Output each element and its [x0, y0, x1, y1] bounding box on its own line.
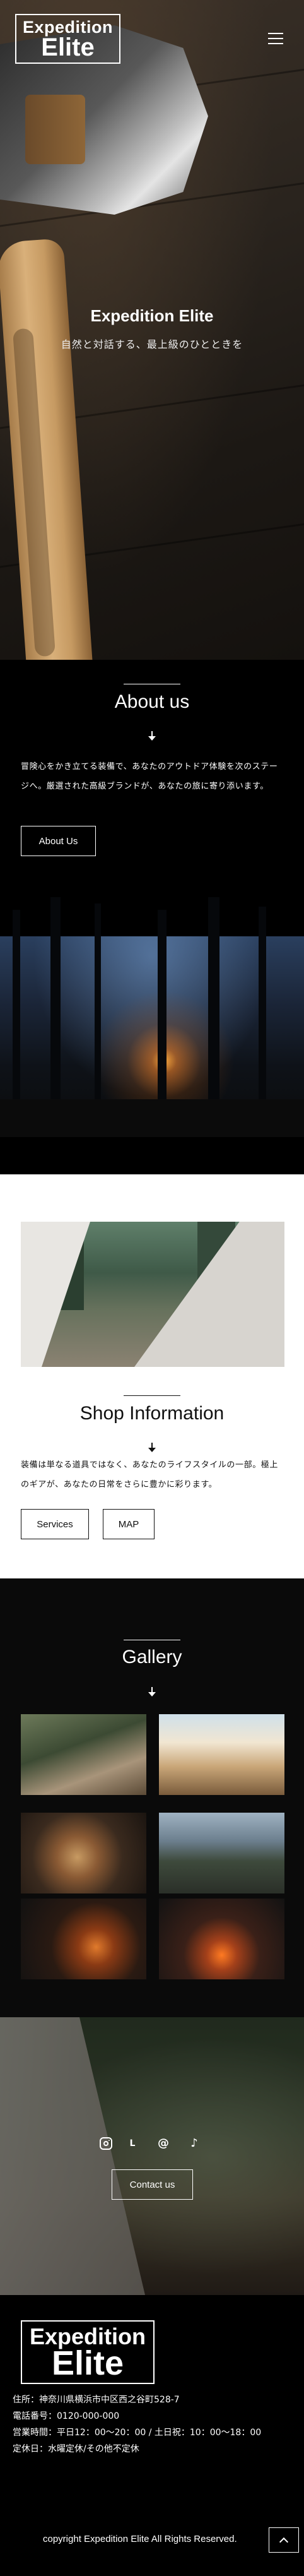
axe-eye-image: [25, 95, 85, 164]
about-us-button[interactable]: About Us: [21, 826, 96, 856]
image-overlay: [0, 2017, 304, 2295]
logo-line2: Elite: [41, 33, 95, 61]
gallery-section: Gallery: [0, 1578, 304, 2017]
site-footer: Expedition Elite 住所：神奈川県横浜市中区西之谷町528-7 電…: [0, 2295, 304, 2576]
copyright: copyright Expedition Elite All Rights Re…: [43, 2534, 237, 2544]
shop-text: 装備は単なる道具ではなく、あなたのライフスタイルの一部。極上のギアが、あなたの日…: [21, 1460, 279, 1489]
gallery-image[interactable]: [159, 1813, 284, 1893]
footer-logo-line2: Elite: [51, 2344, 124, 2382]
footer-phone: 電話番号：0120-000-000: [13, 2411, 120, 2421]
instagram-icon[interactable]: [100, 2137, 112, 2150]
gallery-image[interactable]: [21, 1899, 146, 1979]
arrow-down-icon: [148, 1687, 156, 1697]
hero-section: Expedition Elite Expedition Elite 自然と対話す…: [0, 0, 304, 660]
page: Expedition Elite Expedition Elite 自然と対話す…: [0, 0, 304, 2576]
map-button[interactable]: MAP: [103, 1509, 155, 1539]
chevron-up-icon[interactable]: [269, 2527, 299, 2553]
section-divider: [124, 1395, 180, 1396]
arrow-down-icon: [148, 1443, 156, 1453]
footer-hours: 営業時間：平日12：00〜20：00 / 土日祝：10：00〜18：00: [13, 2428, 262, 2438]
site-logo[interactable]: Expedition Elite: [15, 14, 121, 64]
services-button[interactable]: Services: [21, 1509, 89, 1539]
about-text: 冒険心をかき立てる装備で、あなたのアウトドア体験を次のステージへ。厳選された高級…: [21, 762, 278, 791]
threads-icon[interactable]: @: [157, 2137, 170, 2150]
gallery-image[interactable]: [21, 1813, 146, 1893]
tiktok-icon[interactable]: ♪: [188, 2137, 201, 2150]
gallery-title: Gallery: [122, 1647, 182, 1667]
hero-subtitle: 自然と対話する、最上級のひとときを: [61, 338, 243, 350]
site-header: Expedition Elite: [0, 0, 304, 82]
hero-title: Expedition Elite: [90, 306, 214, 325]
contact-us-button[interactable]: Contact us: [112, 2169, 193, 2200]
tent-view-image: [21, 1222, 284, 1367]
gallery-image[interactable]: [159, 1714, 284, 1795]
contact-section: L @ ♪ Contact us: [0, 2017, 304, 2295]
footer-closed-days: 定休日：水曜定休/その他不定休: [13, 2444, 139, 2454]
footer-address: 住所：神奈川県横浜市中区西之谷町528-7: [13, 2395, 180, 2405]
campfire-image: [0, 897, 304, 1137]
footer-logo[interactable]: Expedition Elite: [21, 2320, 155, 2384]
about-section: About us 冒険心をかき立てる装備で、あなたのアウトドア体験を次のステージ…: [0, 660, 304, 1174]
shop-title: Shop Information: [79, 1403, 225, 1424]
gallery-image[interactable]: [21, 1714, 146, 1795]
gallery-image[interactable]: [159, 1899, 284, 1979]
about-title: About us: [114, 691, 190, 712]
arrow-down-icon: [148, 731, 156, 741]
shop-section: Shop Information 装備は単なる道具ではなく、あなたのライフスタイ…: [0, 1174, 304, 1578]
hamburger-icon[interactable]: [268, 33, 283, 44]
line-icon[interactable]: L: [126, 2137, 139, 2150]
